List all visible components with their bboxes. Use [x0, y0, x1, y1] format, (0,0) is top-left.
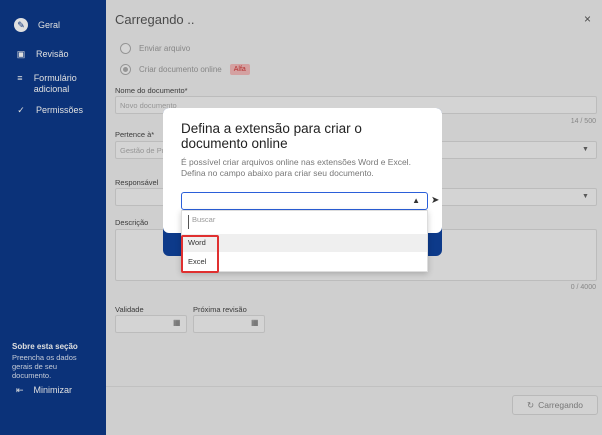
chevron-up-icon: ▲: [412, 196, 420, 205]
modal-title: Defina a extensão para criar o documento…: [181, 121, 362, 151]
mouse-cursor-icon: ➤: [431, 195, 440, 206]
highlight-box: [181, 235, 219, 273]
search-input[interactable]: Buscar: [188, 215, 423, 229]
modal-description: É possível criar arquivos online nas ext…: [181, 157, 411, 178]
extension-select[interactable]: ▲: [181, 192, 428, 210]
